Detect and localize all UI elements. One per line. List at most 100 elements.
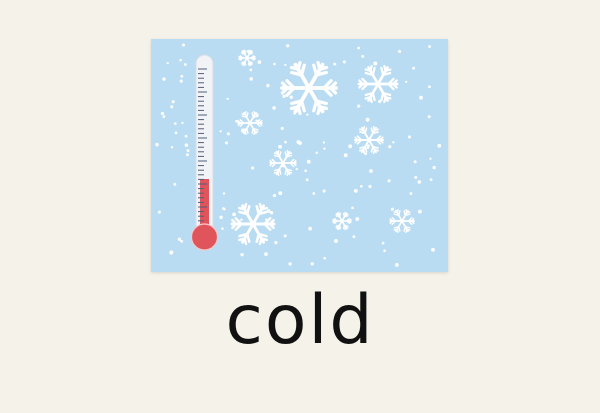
snow-dot bbox=[348, 144, 353, 149]
snow-dot bbox=[398, 49, 402, 53]
snow-dot bbox=[289, 95, 293, 99]
snow-dot bbox=[427, 115, 431, 119]
snow-dot bbox=[219, 130, 222, 133]
snow-dot bbox=[352, 235, 356, 239]
snow-dot bbox=[186, 153, 189, 157]
snow-dot bbox=[282, 94, 286, 98]
snow-dot bbox=[166, 61, 169, 65]
snow-dot bbox=[412, 66, 416, 70]
snow-dot bbox=[322, 141, 326, 144]
snow-dot bbox=[306, 113, 309, 116]
snow-dot bbox=[179, 79, 183, 83]
snow-dot bbox=[409, 192, 413, 195]
snow-dot bbox=[431, 247, 435, 252]
snow-dot bbox=[274, 240, 278, 245]
snow-dot bbox=[222, 192, 226, 195]
snow-dot bbox=[417, 180, 422, 184]
snow-dot bbox=[322, 189, 326, 193]
snow-dot bbox=[355, 217, 360, 221]
snow-dot bbox=[351, 206, 354, 210]
snow-dot bbox=[240, 218, 243, 221]
snow-dot bbox=[437, 143, 442, 148]
snow-dot bbox=[312, 192, 316, 195]
snow-dot bbox=[278, 191, 283, 196]
snow-dot bbox=[162, 115, 166, 118]
snow-dot bbox=[226, 132, 230, 136]
snow-dot bbox=[392, 141, 395, 144]
snow-dot bbox=[162, 77, 166, 81]
snow-dot bbox=[269, 211, 274, 215]
snow-dot bbox=[413, 160, 417, 164]
snow-dot bbox=[405, 80, 408, 83]
snow-dot bbox=[334, 239, 338, 243]
snow-dot bbox=[174, 131, 178, 135]
snow-dot bbox=[171, 100, 175, 104]
snow-dot bbox=[353, 189, 358, 193]
snow-dot bbox=[365, 117, 370, 122]
snow-dot bbox=[219, 215, 223, 220]
snow-dot bbox=[427, 85, 431, 89]
snow-dot bbox=[249, 77, 253, 81]
snow-dot bbox=[432, 165, 436, 170]
snow-dot bbox=[288, 262, 292, 266]
snow-dot bbox=[222, 207, 225, 210]
snow-dot bbox=[272, 193, 277, 198]
snow-dot bbox=[170, 146, 174, 149]
snow-dot bbox=[381, 241, 385, 245]
snow-dot bbox=[250, 166, 255, 170]
snow-dot bbox=[169, 250, 174, 255]
snow-dot bbox=[224, 141, 229, 145]
snow-dot bbox=[272, 106, 276, 110]
snow-dot bbox=[323, 256, 327, 260]
snow-dot bbox=[306, 159, 311, 164]
snow-dot bbox=[407, 135, 412, 139]
snow-dot bbox=[173, 182, 177, 186]
snow-dot bbox=[298, 141, 302, 145]
snow-dot bbox=[414, 175, 418, 179]
snow-dot bbox=[295, 167, 298, 171]
snow-dot bbox=[310, 262, 314, 266]
snow-dot bbox=[160, 111, 165, 116]
snow-dot bbox=[387, 179, 391, 183]
snow-dot bbox=[305, 178, 309, 182]
snow-dot bbox=[273, 62, 276, 66]
snow-dot bbox=[157, 210, 161, 214]
thermometer-bulb bbox=[190, 223, 219, 251]
snow-dot bbox=[221, 227, 224, 230]
snow-dot bbox=[417, 209, 422, 214]
snow-dot bbox=[390, 207, 394, 211]
snow-dot bbox=[357, 46, 360, 50]
snow-dot bbox=[304, 169, 307, 173]
snow-dot bbox=[359, 184, 363, 188]
snow-dot bbox=[235, 119, 238, 123]
snow-dot bbox=[170, 105, 174, 109]
snow-dot bbox=[373, 61, 378, 66]
snow-dot bbox=[249, 68, 253, 72]
snow-dot bbox=[368, 184, 372, 189]
snow-dot bbox=[361, 54, 365, 58]
snow-dot bbox=[177, 237, 182, 241]
snow-dot bbox=[369, 169, 373, 173]
word-label: cold bbox=[225, 281, 375, 360]
snow-dot bbox=[257, 60, 262, 64]
snow-dot bbox=[155, 142, 159, 147]
snow-dot bbox=[429, 157, 432, 160]
snow-dot bbox=[240, 253, 244, 257]
snow-dot bbox=[184, 134, 188, 138]
cold-illustration bbox=[151, 39, 448, 272]
snow-dot bbox=[280, 126, 284, 130]
snow-dot bbox=[264, 252, 268, 256]
snow-dot bbox=[284, 63, 287, 67]
flashcard: cold bbox=[0, 0, 600, 413]
snow-dot bbox=[184, 143, 189, 147]
snow-dot bbox=[181, 43, 186, 47]
snow-dot bbox=[186, 149, 190, 153]
snow-dot bbox=[366, 146, 370, 150]
snow-dot bbox=[284, 140, 287, 144]
snow-dot bbox=[266, 83, 270, 88]
snow-dot bbox=[180, 74, 184, 78]
snow-dot bbox=[180, 239, 184, 243]
snow-dot bbox=[173, 122, 177, 125]
snow-dot bbox=[383, 249, 386, 253]
snow-dot bbox=[395, 263, 399, 267]
